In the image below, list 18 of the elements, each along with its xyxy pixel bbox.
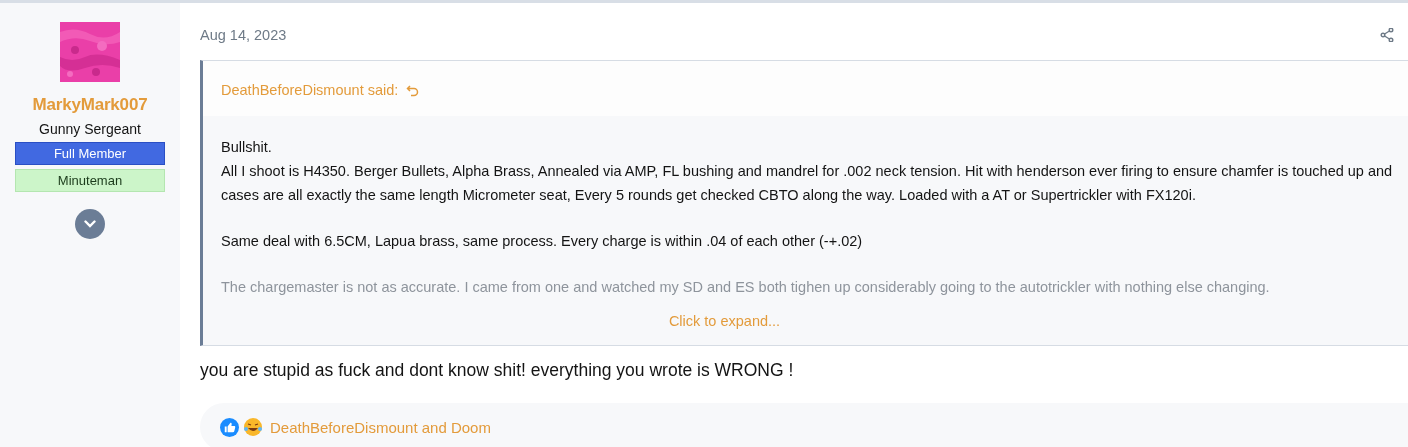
share-icon[interactable]	[1380, 27, 1394, 42]
expand-button[interactable]	[75, 209, 105, 239]
chevron-down-icon	[84, 220, 96, 228]
post-date[interactable]: Aug 14, 2023	[200, 26, 287, 43]
post-text: you are stupid as fuck and dont know shit! everything you wrote is WRONG !	[200, 360, 795, 381]
reaction-users-link[interactable]: DeathBeforeDismount and Doom	[270, 418, 491, 436]
laughing-emoji-icon	[243, 417, 263, 437]
user-title: Gunny Sergeant	[39, 121, 141, 137]
quote-text: Same deal with 6.5CM, Lapua brass, same process. Every charge is within .04 of each other (-+.02)	[221, 232, 864, 251]
user-banner: Full Member	[15, 142, 165, 165]
quote-attribution[interactable]: DeathBeforeDismount said:	[221, 82, 399, 98]
expand-link[interactable]: Click to expand...	[221, 313, 1408, 329]
quote-text: The chargemaster is not as accurate. I came from one and watched my SD and ES both tighen up considerably going to the autotrickler with nothing else changing.	[221, 278, 1271, 297]
thumbs-up-icon	[220, 417, 239, 437]
return-arrow-icon[interactable]	[406, 83, 420, 97]
username[interactable]: MarkyMark007	[32, 95, 148, 115]
user-banner: Minuteman	[15, 169, 165, 192]
quote-text: Bullshit. All I shoot is H4350. Berger Bullets, Alpha Brass, Annealed via AMP, FL bushing and mandrel for .002 neck tension. Hit with henderson ever firing to ensure chamfer is touched up and cases are all exactly the same length Micrometer seat, Every 5 rounds get checked CBTO along the way. Loaded with a AT or Supertrickler with FX120i.	[221, 138, 1394, 205]
